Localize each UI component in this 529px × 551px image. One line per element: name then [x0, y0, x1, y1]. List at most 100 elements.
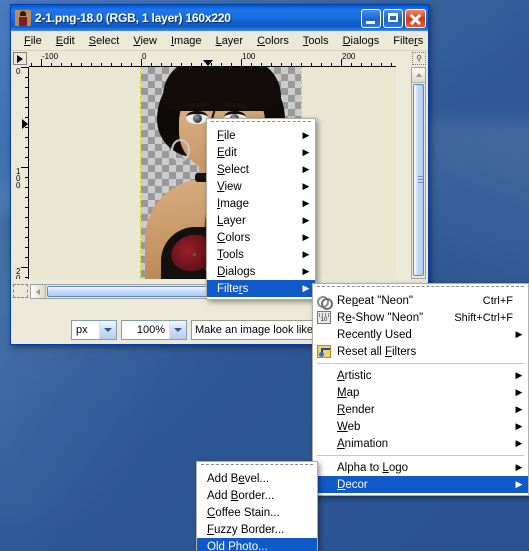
- menu-item-edit[interactable]: Edit ▶: [207, 144, 315, 161]
- menu-item-dialogs[interactable]: Dialogs ▶: [207, 263, 315, 280]
- menubar: File Edit Select View Image Layer Colors…: [11, 31, 428, 51]
- menu-item-label: Re-Show "Neon": [337, 311, 424, 324]
- vertical-scrollbar[interactable]: [411, 67, 426, 279]
- menu-item-animation[interactable]: Animation ▶: [313, 435, 528, 452]
- avatar-hair-front: [163, 67, 281, 111]
- menu-item-fuzzy-border[interactable]: Fuzzy Border...: [197, 521, 317, 538]
- ruler-tick: [25, 207, 28, 208]
- menu-item-artistic[interactable]: Artistic ▶: [313, 367, 528, 384]
- zoom-select[interactable]: 100%: [121, 320, 187, 340]
- menu-item-shortcut: Shift+Ctrl+F: [454, 311, 513, 324]
- menu-item-label: Web: [337, 420, 361, 433]
- menu-item-label: Animation: [337, 437, 389, 450]
- vertical-ruler[interactable]: 0 100 200: [15, 67, 29, 279]
- ruler-tick: [25, 77, 28, 78]
- maximize-button[interactable]: [383, 8, 403, 28]
- menubar-item-select[interactable]: Select: [82, 33, 127, 49]
- minimize-button[interactable]: [361, 8, 381, 28]
- ruler-tick: [31, 63, 32, 66]
- menu-item-alpha-to-logo[interactable]: Alpha to Logo ▶: [313, 459, 528, 476]
- menu-item-view[interactable]: View ▶: [207, 178, 315, 195]
- menu-item-add-border[interactable]: Add Border...: [197, 487, 317, 504]
- horizontal-ruler[interactable]: -100 0 100 200: [29, 52, 396, 67]
- ruler-label: 200: [342, 52, 356, 61]
- ruler-tick: [25, 177, 28, 178]
- avatar-pattern-dot: [193, 253, 196, 256]
- ruler-tick: [61, 63, 62, 66]
- reset-icon-slot: [313, 345, 335, 358]
- menu-item-label: Colors: [217, 231, 251, 244]
- menu-item-label: View: [217, 180, 242, 193]
- image-context-menu: File ▶ Edit ▶ Select ▶ View ▶ Image ▶ Layer ▶ Colors…: [206, 118, 316, 300]
- chevron-down-icon[interactable]: [169, 321, 186, 339]
- menu-item-label: File: [217, 129, 236, 142]
- menubar-label-filters: s: [417, 34, 424, 47]
- ruler-origin-button[interactable]: [13, 52, 27, 65]
- ruler-label: -100: [42, 52, 59, 61]
- menu-separator: [317, 455, 524, 456]
- ruler-tick: [361, 63, 362, 66]
- menubar-item-edit[interactable]: Edit: [49, 33, 82, 49]
- menu-item-coffee-stain[interactable]: Coffee Stain...: [197, 504, 317, 521]
- menubar-item-dialogs[interactable]: Dialogs: [336, 33, 387, 49]
- ruler-tick: [221, 63, 222, 66]
- submenu-arrow-icon: ▶: [302, 181, 310, 191]
- scroll-left-arrow-icon[interactable]: [31, 284, 46, 298]
- close-button[interactable]: [405, 8, 426, 28]
- avatar-pupil-left: [193, 114, 202, 123]
- menu-item-repeat-neon[interactable]: Repeat "Neon" Ctrl+F: [313, 292, 528, 310]
- menubar-item-layer[interactable]: Layer: [209, 33, 251, 49]
- menubar-label-layer: ayer: [221, 34, 244, 47]
- vertical-scrollbar-thumb[interactable]: [413, 84, 424, 276]
- menubar-label-edit: dit: [63, 34, 75, 47]
- menubar-item-tools[interactable]: Tools: [296, 33, 336, 49]
- menu-item-map[interactable]: Map ▶: [313, 384, 528, 401]
- ruler-tick: [25, 87, 28, 88]
- chevron-down-icon[interactable]: [99, 321, 116, 339]
- reshow-icon: [317, 311, 331, 324]
- menu-item-web[interactable]: Web ▶: [313, 418, 528, 435]
- ruler-tick: [101, 63, 102, 66]
- scroll-up-arrow-icon[interactable]: [412, 68, 425, 83]
- menubar-item-view[interactable]: View: [126, 33, 164, 49]
- submenu-arrow-icon: ▶: [302, 164, 310, 174]
- ruler-tick: [81, 63, 82, 66]
- submenu-arrow-icon: ▶: [515, 438, 523, 448]
- menu-item-recently-used[interactable]: Recently Used ▶: [313, 326, 528, 343]
- menu-item-re-show-neon[interactable]: Re-Show "Neon" Shift+Ctrl+F: [313, 309, 528, 326]
- menu-item-filters[interactable]: Filters ▶: [207, 280, 315, 297]
- ruler-tick: [391, 63, 392, 66]
- menu-item-render[interactable]: Render ▶: [313, 401, 528, 418]
- menu-item-file[interactable]: File ▶: [207, 127, 315, 144]
- menubar-item-filters[interactable]: Filters: [386, 33, 430, 49]
- ruler-tick: [251, 63, 252, 66]
- zoom-value: 100%: [136, 324, 165, 336]
- window-titlebar[interactable]: 2-1.png-18.0 (RGB, 1 layer) 160x220: [11, 5, 428, 31]
- menubar-item-colors[interactable]: Colors: [250, 33, 296, 49]
- menu-item-colors[interactable]: Colors ▶: [207, 229, 315, 246]
- zoom-image-button[interactable]: ⚲: [412, 52, 426, 65]
- quickmask-toggle-button[interactable]: [13, 284, 28, 298]
- menubar-item-file[interactable]: File: [17, 33, 49, 49]
- menu-item-layer[interactable]: Layer ▶: [207, 212, 315, 229]
- ruler-tick: [25, 157, 28, 158]
- menu-item-tools[interactable]: Tools ▶: [207, 246, 315, 263]
- menubar-item-image[interactable]: Image: [164, 33, 209, 49]
- menu-item-add-bevel[interactable]: Add Bevel...: [197, 470, 317, 487]
- menu-item-old-photo[interactable]: Old Photo...: [197, 538, 317, 551]
- repeat-icon-slot: [313, 295, 335, 310]
- submenu-arrow-icon: ▶: [515, 404, 523, 414]
- window-controls: [361, 8, 426, 28]
- menu-item-label: Select: [217, 163, 249, 176]
- menu-item-label: Repeat "Neon": [337, 294, 413, 307]
- ruler-tick: [311, 63, 312, 66]
- submenu-arrow-icon: ▶: [302, 266, 310, 276]
- ruler-tick: [25, 137, 28, 138]
- menu-item-reset-all-filters[interactable]: Reset all Filters: [313, 343, 528, 360]
- avatar-earring: [171, 139, 190, 162]
- menu-item-decor[interactable]: Decor ▶: [313, 476, 528, 493]
- ruler-tick: [321, 63, 322, 66]
- menu-item-select[interactable]: Select ▶: [207, 161, 315, 178]
- unit-select[interactable]: px: [71, 320, 117, 340]
- menu-item-image[interactable]: Image ▶: [207, 195, 315, 212]
